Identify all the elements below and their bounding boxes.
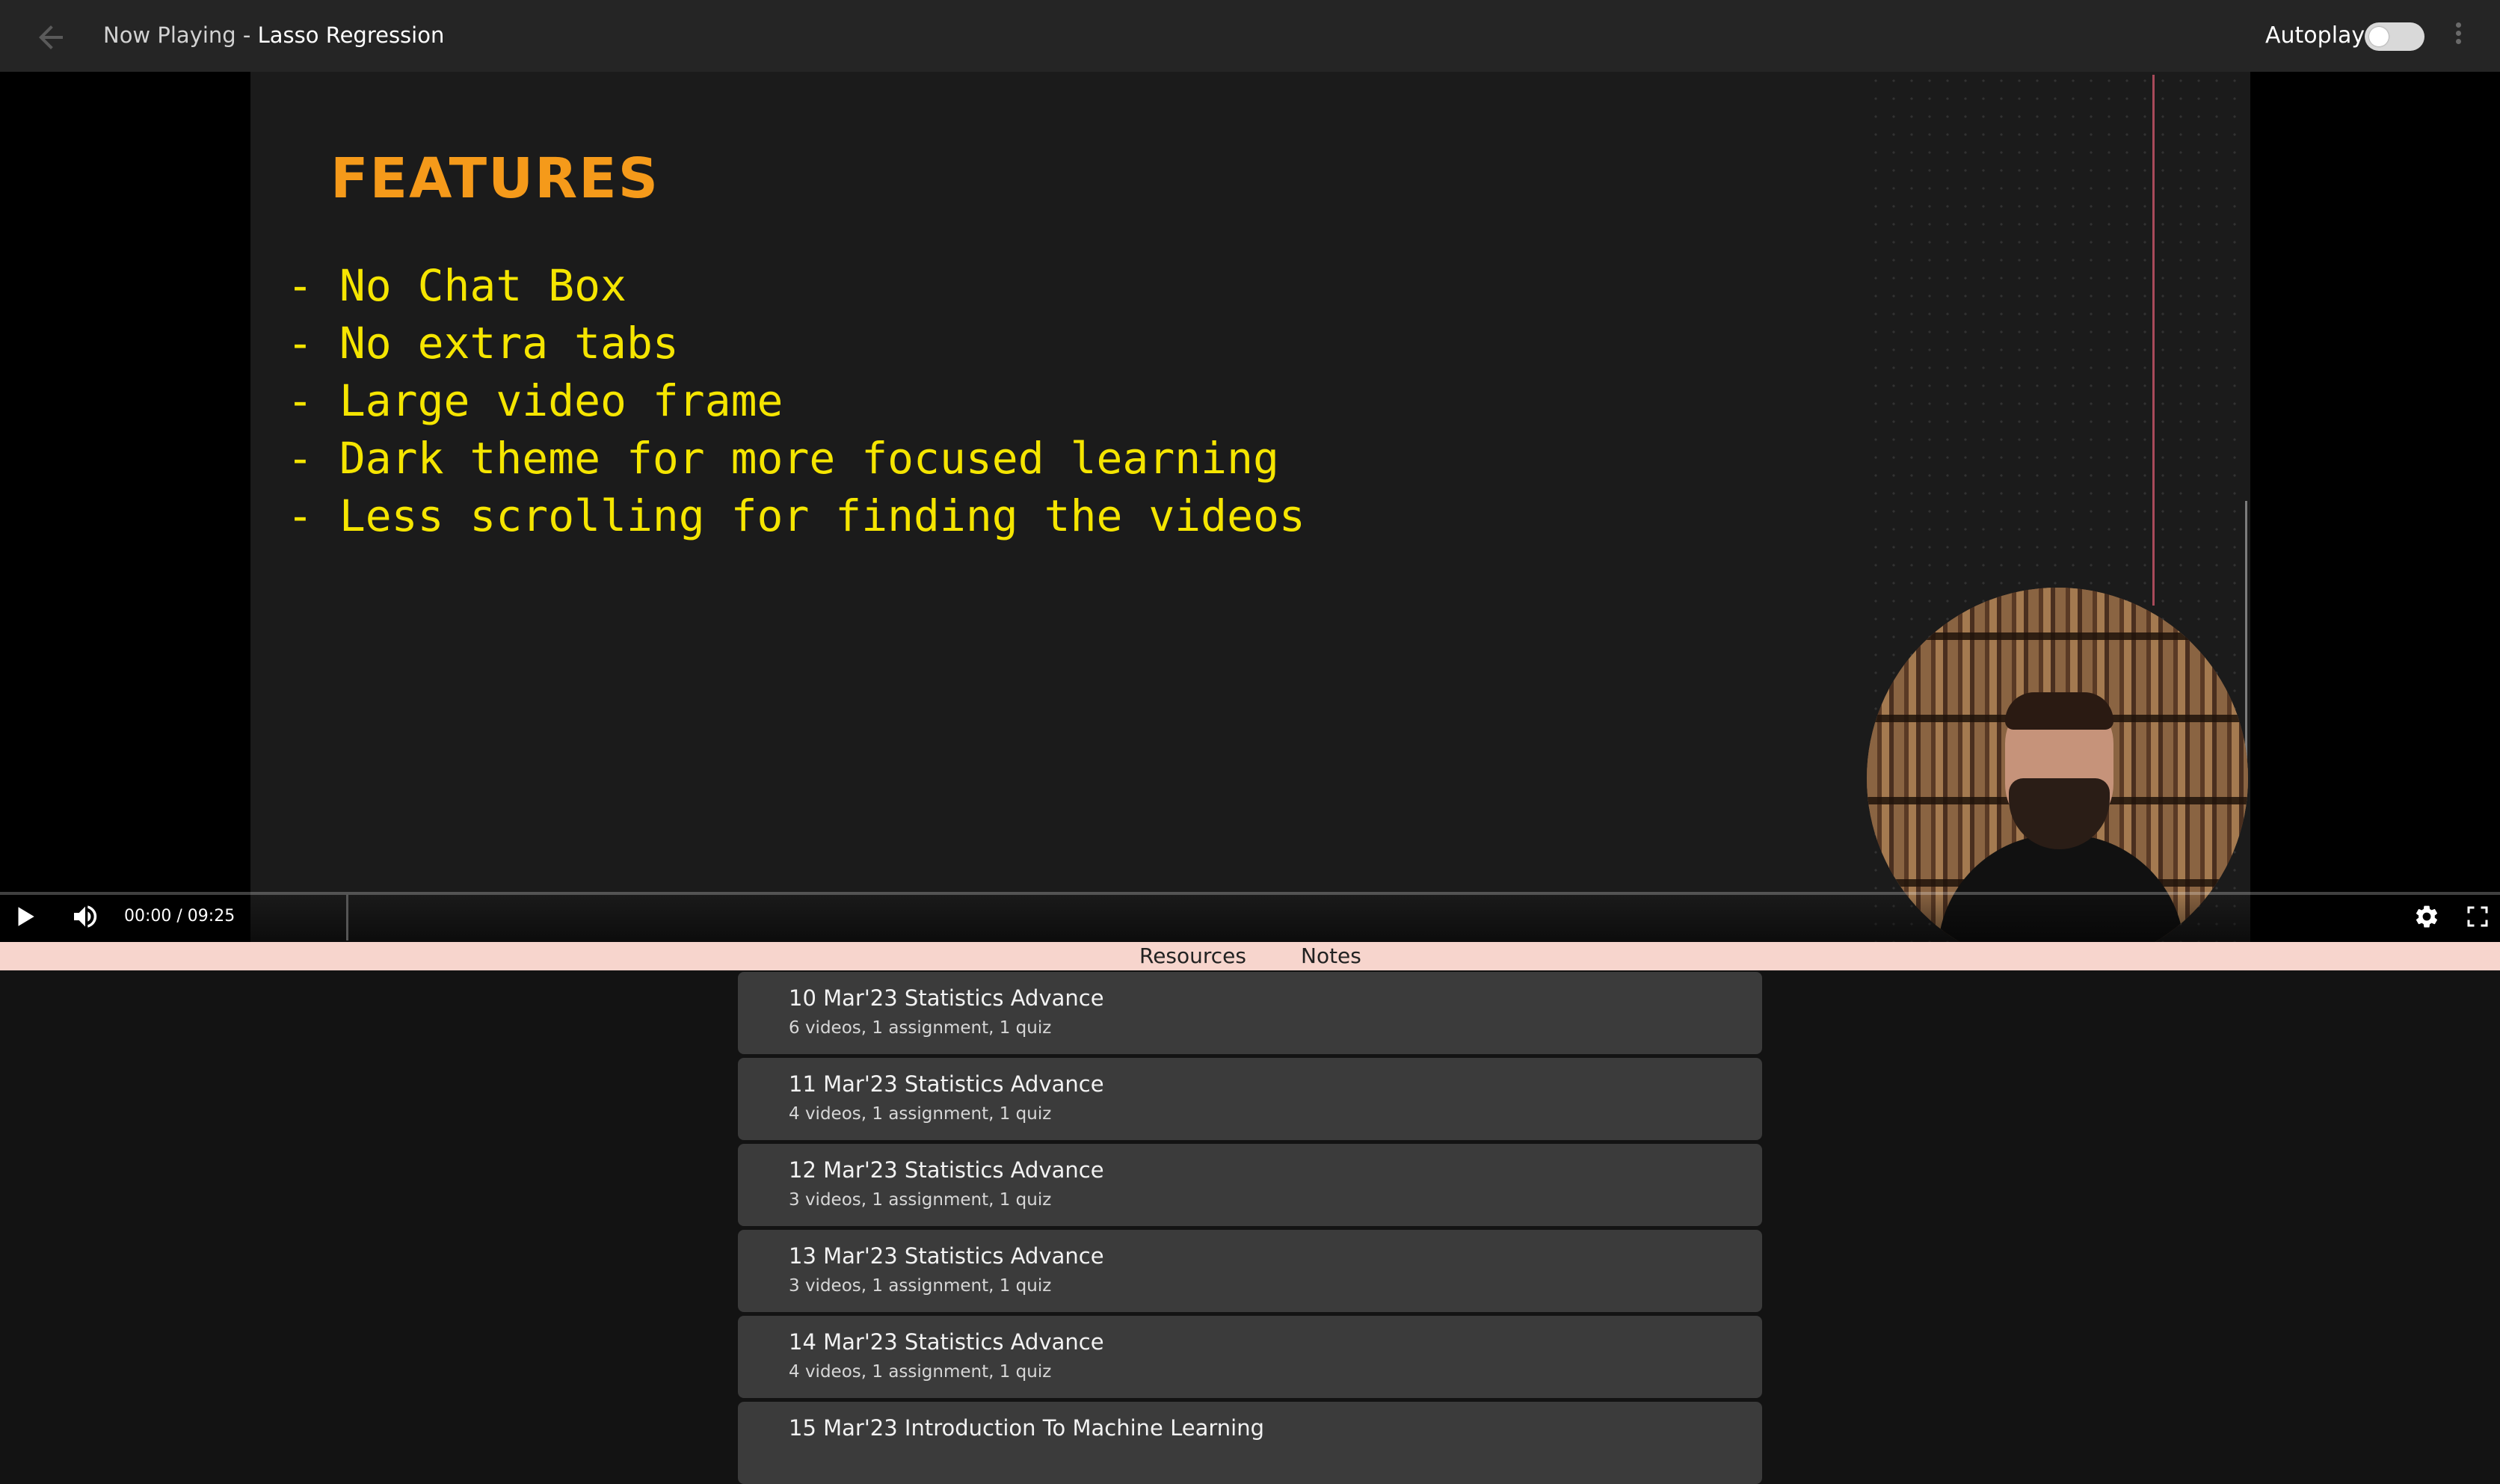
fullscreen-icon [2467, 906, 2488, 927]
feature-item: - Large video frame [287, 375, 783, 426]
course-card[interactable]: 15 Mar'23 Introduction To Machine Learni… [738, 1402, 1762, 1484]
slide-frame: FEATURES - No Chat Box - No extra tabs -… [250, 72, 2250, 969]
course-card[interactable]: 10 Mar'23 Statistics Advance 6 videos, 1… [738, 972, 1762, 1054]
more-options-button[interactable] [2451, 19, 2466, 52]
course-card[interactable]: 12 Mar'23 Statistics Advance 3 videos, 1… [738, 1144, 1762, 1226]
feature-item: - Dark theme for more focused learning [287, 433, 1279, 484]
course-meta: 3 videos, 1 assignment, 1 quiz [789, 1190, 1052, 1210]
course-title: 14 Mar'23 Statistics Advance [789, 1329, 1104, 1355]
volume-button[interactable] [70, 902, 100, 932]
title-separator: - [235, 22, 258, 48]
course-meta: 4 videos, 1 assignment, 1 quiz [789, 1362, 1052, 1382]
back-button[interactable] [33, 19, 69, 55]
course-title: 10 Mar'23 Statistics Advance [789, 985, 1104, 1011]
volume-icon [74, 905, 97, 928]
kebab-menu-icon [2455, 22, 2461, 28]
toggle-knob [2369, 27, 2389, 46]
decorative-line [2152, 75, 2155, 606]
feature-item: - No Chat Box [287, 260, 626, 311]
content-tabs: Resources Notes [0, 942, 2500, 970]
settings-button[interactable] [2413, 903, 2440, 930]
course-card[interactable]: 13 Mar'23 Statistics Advance 3 videos, 1… [738, 1230, 1762, 1312]
course-title: 11 Mar'23 Statistics Advance [789, 1071, 1104, 1097]
autoplay-label: Autoplay [2265, 22, 2365, 49]
scrub-marker [346, 894, 348, 940]
video-player[interactable]: FEATURES - No Chat Box - No extra tabs -… [0, 72, 2500, 969]
course-meta: 6 videos, 1 assignment, 1 quiz [789, 1018, 1052, 1038]
tab-notes[interactable]: Notes [1301, 943, 1361, 968]
play-button[interactable] [12, 903, 37, 930]
now-playing-prefix: Now Playing [103, 22, 236, 48]
play-icon [18, 907, 34, 926]
course-meta: 4 videos, 1 assignment, 1 quiz [789, 1104, 1052, 1124]
progress-bar[interactable] [0, 892, 2500, 895]
lesson-title: Lasso Regression [257, 22, 445, 48]
slide-heading: FEATURES [330, 147, 660, 211]
course-meta: 3 videos, 1 assignment, 1 quiz [789, 1276, 1052, 1296]
course-title: 13 Mar'23 Statistics Advance [789, 1243, 1104, 1269]
feature-item: - No extra tabs [287, 318, 679, 369]
player-controls [0, 891, 2500, 942]
now-playing-title: Now Playing - Lasso Regression [103, 22, 444, 48]
tab-resources[interactable]: Resources [1139, 943, 1246, 968]
time-display: 00:00 / 09:25 [124, 907, 235, 926]
course-card[interactable]: 11 Mar'23 Statistics Advance 4 videos, 1… [738, 1058, 1762, 1140]
top-bar: Now Playing - Lasso Regression Autoplay [0, 0, 2500, 72]
course-card[interactable]: 14 Mar'23 Statistics Advance 4 videos, 1… [738, 1316, 1762, 1398]
gear-icon [2416, 905, 2438, 928]
fullscreen-button[interactable] [2464, 903, 2491, 930]
feature-item: - Less scrolling for finding the videos [287, 490, 1305, 541]
feature-list: - No Chat Box - No extra tabs - Large vi… [287, 257, 1305, 545]
arrow-left-icon [39, 25, 63, 49]
autoplay-toggle[interactable] [2365, 22, 2424, 51]
course-title: 12 Mar'23 Statistics Advance [789, 1157, 1104, 1183]
course-title: 15 Mar'23 Introduction To Machine Learni… [789, 1415, 1265, 1441]
